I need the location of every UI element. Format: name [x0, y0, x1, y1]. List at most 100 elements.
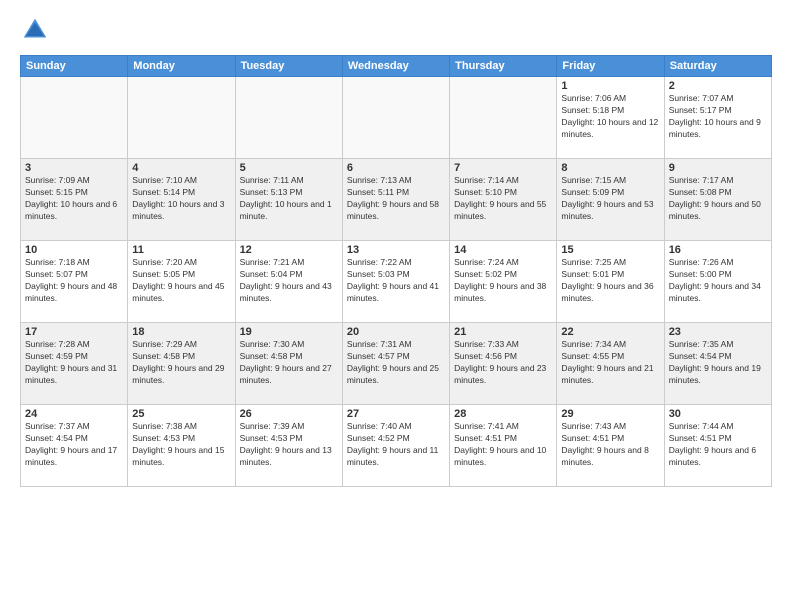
- day-number: 20: [347, 326, 445, 338]
- calendar-day-27: 27Sunrise: 7:40 AMSunset: 4:52 PMDayligh…: [342, 405, 449, 487]
- day-info: Sunrise: 7:21 AMSunset: 5:04 PMDaylight:…: [240, 257, 338, 305]
- calendar-day-30: 30Sunrise: 7:44 AMSunset: 4:51 PMDayligh…: [664, 405, 771, 487]
- calendar-empty: [128, 77, 235, 159]
- day-number: 15: [561, 244, 659, 256]
- weekday-header-wednesday: Wednesday: [342, 56, 449, 77]
- calendar-day-13: 13Sunrise: 7:22 AMSunset: 5:03 PMDayligh…: [342, 241, 449, 323]
- day-number: 23: [669, 326, 767, 338]
- day-info: Sunrise: 7:31 AMSunset: 4:57 PMDaylight:…: [347, 339, 445, 387]
- calendar-empty: [450, 77, 557, 159]
- day-number: 8: [561, 162, 659, 174]
- day-info: Sunrise: 7:09 AMSunset: 5:15 PMDaylight:…: [25, 175, 123, 223]
- calendar-day-10: 10Sunrise: 7:18 AMSunset: 5:07 PMDayligh…: [21, 241, 128, 323]
- calendar-day-11: 11Sunrise: 7:20 AMSunset: 5:05 PMDayligh…: [128, 241, 235, 323]
- day-info: Sunrise: 7:41 AMSunset: 4:51 PMDaylight:…: [454, 421, 552, 469]
- calendar-empty: [21, 77, 128, 159]
- calendar-day-21: 21Sunrise: 7:33 AMSunset: 4:56 PMDayligh…: [450, 323, 557, 405]
- calendar-day-4: 4Sunrise: 7:10 AMSunset: 5:14 PMDaylight…: [128, 159, 235, 241]
- day-number: 10: [25, 244, 123, 256]
- day-info: Sunrise: 7:34 AMSunset: 4:55 PMDaylight:…: [561, 339, 659, 387]
- weekday-header-row: SundayMondayTuesdayWednesdayThursdayFrid…: [21, 56, 772, 77]
- calendar-empty: [342, 77, 449, 159]
- day-number: 11: [132, 244, 230, 256]
- calendar-empty: [235, 77, 342, 159]
- calendar-day-24: 24Sunrise: 7:37 AMSunset: 4:54 PMDayligh…: [21, 405, 128, 487]
- calendar-day-19: 19Sunrise: 7:30 AMSunset: 4:58 PMDayligh…: [235, 323, 342, 405]
- calendar-day-25: 25Sunrise: 7:38 AMSunset: 4:53 PMDayligh…: [128, 405, 235, 487]
- day-number: 24: [25, 408, 123, 420]
- day-number: 12: [240, 244, 338, 256]
- logo: [20, 15, 55, 45]
- day-info: Sunrise: 7:18 AMSunset: 5:07 PMDaylight:…: [25, 257, 123, 305]
- day-info: Sunrise: 7:22 AMSunset: 5:03 PMDaylight:…: [347, 257, 445, 305]
- calendar-day-22: 22Sunrise: 7:34 AMSunset: 4:55 PMDayligh…: [557, 323, 664, 405]
- calendar-table: SundayMondayTuesdayWednesdayThursdayFrid…: [20, 55, 772, 487]
- day-number: 4: [132, 162, 230, 174]
- calendar-day-16: 16Sunrise: 7:26 AMSunset: 5:00 PMDayligh…: [664, 241, 771, 323]
- calendar-day-2: 2Sunrise: 7:07 AMSunset: 5:17 PMDaylight…: [664, 77, 771, 159]
- day-number: 29: [561, 408, 659, 420]
- day-info: Sunrise: 7:26 AMSunset: 5:00 PMDaylight:…: [669, 257, 767, 305]
- day-number: 26: [240, 408, 338, 420]
- day-info: Sunrise: 7:44 AMSunset: 4:51 PMDaylight:…: [669, 421, 767, 469]
- weekday-header-thursday: Thursday: [450, 56, 557, 77]
- day-info: Sunrise: 7:06 AMSunset: 5:18 PMDaylight:…: [561, 93, 659, 141]
- calendar-week-3: 17Sunrise: 7:28 AMSunset: 4:59 PMDayligh…: [21, 323, 772, 405]
- day-number: 1: [561, 80, 659, 92]
- calendar-day-18: 18Sunrise: 7:29 AMSunset: 4:58 PMDayligh…: [128, 323, 235, 405]
- day-number: 13: [347, 244, 445, 256]
- calendar-day-12: 12Sunrise: 7:21 AMSunset: 5:04 PMDayligh…: [235, 241, 342, 323]
- day-info: Sunrise: 7:33 AMSunset: 4:56 PMDaylight:…: [454, 339, 552, 387]
- calendar-day-6: 6Sunrise: 7:13 AMSunset: 5:11 PMDaylight…: [342, 159, 449, 241]
- day-number: 21: [454, 326, 552, 338]
- day-number: 16: [669, 244, 767, 256]
- day-number: 18: [132, 326, 230, 338]
- calendar-day-9: 9Sunrise: 7:17 AMSunset: 5:08 PMDaylight…: [664, 159, 771, 241]
- calendar-day-26: 26Sunrise: 7:39 AMSunset: 4:53 PMDayligh…: [235, 405, 342, 487]
- day-info: Sunrise: 7:43 AMSunset: 4:51 PMDaylight:…: [561, 421, 659, 469]
- day-info: Sunrise: 7:25 AMSunset: 5:01 PMDaylight:…: [561, 257, 659, 305]
- day-number: 28: [454, 408, 552, 420]
- calendar-day-29: 29Sunrise: 7:43 AMSunset: 4:51 PMDayligh…: [557, 405, 664, 487]
- day-number: 25: [132, 408, 230, 420]
- day-info: Sunrise: 7:37 AMSunset: 4:54 PMDaylight:…: [25, 421, 123, 469]
- calendar-day-17: 17Sunrise: 7:28 AMSunset: 4:59 PMDayligh…: [21, 323, 128, 405]
- calendar-day-3: 3Sunrise: 7:09 AMSunset: 5:15 PMDaylight…: [21, 159, 128, 241]
- day-info: Sunrise: 7:11 AMSunset: 5:13 PMDaylight:…: [240, 175, 338, 223]
- weekday-header-monday: Monday: [128, 56, 235, 77]
- calendar-day-1: 1Sunrise: 7:06 AMSunset: 5:18 PMDaylight…: [557, 77, 664, 159]
- day-info: Sunrise: 7:14 AMSunset: 5:10 PMDaylight:…: [454, 175, 552, 223]
- calendar-day-23: 23Sunrise: 7:35 AMSunset: 4:54 PMDayligh…: [664, 323, 771, 405]
- weekday-header-saturday: Saturday: [664, 56, 771, 77]
- day-number: 9: [669, 162, 767, 174]
- day-info: Sunrise: 7:38 AMSunset: 4:53 PMDaylight:…: [132, 421, 230, 469]
- header: [20, 15, 772, 45]
- logo-icon: [20, 15, 50, 45]
- calendar-day-14: 14Sunrise: 7:24 AMSunset: 5:02 PMDayligh…: [450, 241, 557, 323]
- day-number: 22: [561, 326, 659, 338]
- calendar-day-15: 15Sunrise: 7:25 AMSunset: 5:01 PMDayligh…: [557, 241, 664, 323]
- calendar-day-8: 8Sunrise: 7:15 AMSunset: 5:09 PMDaylight…: [557, 159, 664, 241]
- calendar-week-4: 24Sunrise: 7:37 AMSunset: 4:54 PMDayligh…: [21, 405, 772, 487]
- page: SundayMondayTuesdayWednesdayThursdayFrid…: [0, 0, 792, 612]
- day-info: Sunrise: 7:28 AMSunset: 4:59 PMDaylight:…: [25, 339, 123, 387]
- day-number: 19: [240, 326, 338, 338]
- day-info: Sunrise: 7:17 AMSunset: 5:08 PMDaylight:…: [669, 175, 767, 223]
- day-number: 17: [25, 326, 123, 338]
- day-info: Sunrise: 7:40 AMSunset: 4:52 PMDaylight:…: [347, 421, 445, 469]
- calendar-day-28: 28Sunrise: 7:41 AMSunset: 4:51 PMDayligh…: [450, 405, 557, 487]
- calendar-day-7: 7Sunrise: 7:14 AMSunset: 5:10 PMDaylight…: [450, 159, 557, 241]
- calendar-week-0: 1Sunrise: 7:06 AMSunset: 5:18 PMDaylight…: [21, 77, 772, 159]
- day-info: Sunrise: 7:15 AMSunset: 5:09 PMDaylight:…: [561, 175, 659, 223]
- calendar-day-20: 20Sunrise: 7:31 AMSunset: 4:57 PMDayligh…: [342, 323, 449, 405]
- calendar-day-5: 5Sunrise: 7:11 AMSunset: 5:13 PMDaylight…: [235, 159, 342, 241]
- day-info: Sunrise: 7:13 AMSunset: 5:11 PMDaylight:…: [347, 175, 445, 223]
- day-info: Sunrise: 7:30 AMSunset: 4:58 PMDaylight:…: [240, 339, 338, 387]
- weekday-header-tuesday: Tuesday: [235, 56, 342, 77]
- day-number: 30: [669, 408, 767, 420]
- calendar-week-2: 10Sunrise: 7:18 AMSunset: 5:07 PMDayligh…: [21, 241, 772, 323]
- weekday-header-friday: Friday: [557, 56, 664, 77]
- day-number: 3: [25, 162, 123, 174]
- day-info: Sunrise: 7:10 AMSunset: 5:14 PMDaylight:…: [132, 175, 230, 223]
- day-info: Sunrise: 7:24 AMSunset: 5:02 PMDaylight:…: [454, 257, 552, 305]
